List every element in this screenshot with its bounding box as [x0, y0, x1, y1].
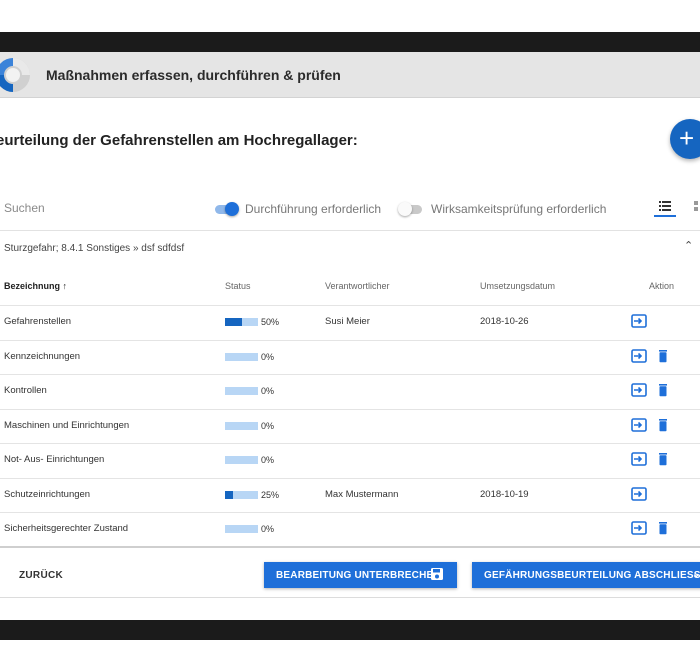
list-view-icon[interactable] — [654, 197, 676, 217]
responsible-person: Susi Meier — [325, 316, 370, 328]
save-icon — [431, 568, 443, 580]
effectiveness-required-toggle[interactable] — [398, 202, 424, 216]
delete-trash-icon[interactable] — [655, 383, 671, 397]
execution-required-label: Durchführung erforderlich — [245, 202, 382, 216]
progress-bar — [225, 525, 258, 534]
measure-name: Kontrollen — [4, 385, 47, 397]
measure-name: Kennzeichnungen — [4, 350, 81, 362]
add-measure-button[interactable]: + — [670, 119, 700, 159]
open-measure-icon[interactable] — [631, 314, 647, 329]
table-row[interactable] — [0, 443, 700, 478]
column-header-responsible: Verantwortlicher — [325, 281, 390, 291]
progress-bar-fill — [225, 490, 234, 499]
table-row[interactable] — [0, 340, 700, 375]
open-measure-icon[interactable] — [631, 348, 647, 363]
progress-bar-fill — [225, 318, 242, 327]
grid-view-icon[interactable] — [688, 197, 700, 217]
open-measure-icon[interactable] — [631, 417, 647, 432]
finish-assessment-button[interactable]: GEFÄHRUNGSBEURTEILUNG ABSCHLIESSEN ⌄ — [472, 562, 700, 588]
progress-percent: 25% — [261, 489, 280, 500]
divider — [0, 230, 700, 231]
effectiveness-required-label: Wirksamkeitsprüfung erforderlich — [431, 202, 607, 216]
measure-name: Not- Aus- Einrichtungen — [4, 454, 105, 466]
divider — [0, 546, 700, 548]
app-title: Maßnahmen erfassen, durchführen & prüfen — [46, 67, 341, 83]
app-logo-icon — [0, 58, 30, 92]
measure-name: Sicherheitsgerechter Zustand — [4, 523, 129, 535]
search-input[interactable]: Suchen — [4, 201, 45, 215]
progress-bar — [225, 318, 258, 327]
device-bezel-top — [0, 32, 700, 52]
column-header-name[interactable]: Bezeichnung ↑ — [4, 281, 67, 291]
responsible-person: Max Mustermann — [325, 488, 399, 500]
sort-arrow-icon: ↑ — [62, 281, 68, 291]
progress-bar — [225, 490, 258, 499]
delete-trash-icon[interactable] — [655, 349, 671, 363]
open-measure-icon[interactable] — [631, 452, 647, 467]
progress-bar — [225, 352, 258, 361]
progress-percent: 0% — [261, 386, 275, 397]
device-bezel-bottom — [0, 620, 700, 640]
back-button[interactable]: ZURÜCK — [19, 570, 63, 581]
pause-editing-button[interactable]: BEARBEITUNG UNTERBRECHEN — [264, 562, 457, 588]
progress-bar — [225, 421, 258, 430]
measure-name: Maschinen und Einrichtungen — [4, 419, 130, 431]
progress-percent: 0% — [261, 455, 275, 466]
column-header-label: Bezeichnung — [4, 281, 61, 291]
chevron-up-icon[interactable]: ⌃ — [684, 239, 693, 252]
divider — [0, 597, 700, 598]
progress-percent: 50% — [261, 317, 280, 328]
execution-required-toggle[interactable] — [213, 202, 239, 216]
column-header-action: Aktion — [649, 281, 675, 291]
progress-bar — [225, 387, 258, 396]
table-row[interactable] — [0, 374, 700, 409]
chevron-down-icon: ⌄ — [692, 569, 700, 580]
open-measure-icon[interactable] — [631, 486, 647, 501]
measure-name: Schutzeinrichtungen — [4, 488, 91, 500]
delete-trash-icon[interactable] — [655, 452, 671, 466]
toggle-knob — [398, 202, 412, 216]
app-bar: Maßnahmen erfassen, durchführen & prüfen — [0, 52, 700, 98]
button-label: GEFÄHRUNGSBEURTEILUNG ABSCHLIESSEN — [484, 570, 700, 581]
progress-percent: 0% — [261, 351, 275, 362]
implementation-date: 2018-10-19 — [480, 488, 529, 500]
open-measure-icon[interactable] — [631, 521, 647, 536]
toggle-knob — [225, 202, 239, 216]
delete-trash-icon[interactable] — [655, 418, 671, 432]
hazard-group-label: Sturzgefahr; 8.4.1 Sonstiges » dsf sdfds… — [4, 243, 185, 254]
page-title: eurteilung der Gefahrenstellen am Hochre… — [0, 132, 358, 149]
progress-percent: 0% — [261, 524, 275, 535]
delete-trash-icon[interactable] — [655, 521, 671, 535]
progress-bar — [225, 456, 258, 465]
column-header-date: Umsetzungsdatum — [480, 281, 556, 291]
button-label: BEARBEITUNG UNTERBRECHEN — [276, 570, 441, 581]
column-header-status: Status — [225, 281, 251, 291]
implementation-date: 2018-10-26 — [480, 316, 529, 328]
app-screen: Maßnahmen erfassen, durchführen & prüfen… — [0, 52, 700, 620]
measure-name: Gefahrenstellen — [4, 316, 72, 328]
progress-percent: 0% — [261, 420, 275, 431]
open-measure-icon[interactable] — [631, 383, 647, 398]
